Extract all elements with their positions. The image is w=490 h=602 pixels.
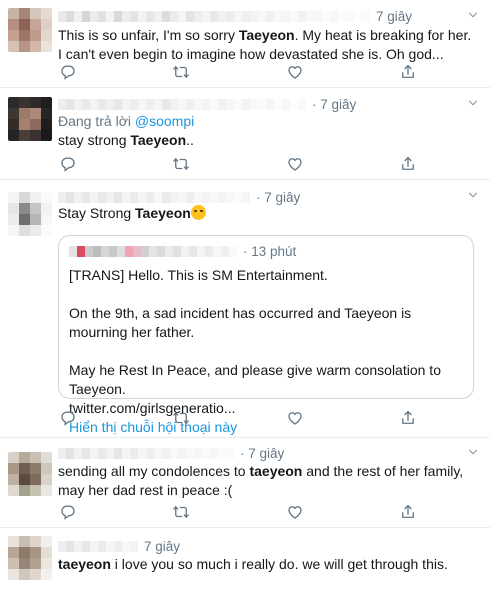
chevron-down-icon[interactable] xyxy=(466,8,480,22)
highlighted-keyword: Taeyeon xyxy=(130,132,187,148)
quote-line: On the 9th, a sad incident has occurred … xyxy=(69,305,412,340)
tweet-text: taeyeon i love you so much i really do. … xyxy=(58,555,476,574)
avatar[interactable] xyxy=(8,536,52,580)
retweet-icon[interactable] xyxy=(171,502,191,522)
text-segment: sending all my condolences to xyxy=(58,463,250,479)
quote-line: [TRANS] Hello. This is SM Entertainment. xyxy=(69,267,328,283)
avatar[interactable] xyxy=(8,192,52,236)
replying-to: Đang trả lời @soompi xyxy=(58,112,476,131)
tweet-timestamp[interactable]: · 7 giây xyxy=(312,97,356,112)
tweet[interactable]: · 7 giây Đang trả lời @soompi stay stron… xyxy=(0,88,490,180)
tweet-timestamp[interactable]: · 7 giây xyxy=(240,446,284,461)
tweet-header: · 7 giây xyxy=(58,444,284,462)
like-icon[interactable] xyxy=(285,408,305,428)
tweet-header: 7 giây xyxy=(58,537,180,555)
blurred-username[interactable] xyxy=(58,540,138,552)
tweet[interactable]: 7 giây taeyeon i love you so much i real… xyxy=(0,528,490,602)
tweet[interactable]: 7 giây This is so unfair, I'm so sorry T… xyxy=(0,0,490,88)
blurred-username[interactable] xyxy=(58,447,234,459)
tweet-actions xyxy=(58,502,418,522)
reply-icon[interactable] xyxy=(58,154,78,174)
reply-handle-link[interactable]: @soompi xyxy=(135,113,194,129)
blurred-username[interactable] xyxy=(58,191,250,203)
text-segment: .. xyxy=(186,132,194,148)
like-icon[interactable] xyxy=(285,62,305,82)
chevron-down-icon[interactable] xyxy=(466,445,480,459)
reply-icon[interactable] xyxy=(58,502,78,522)
avatar[interactable] xyxy=(8,97,52,141)
retweet-icon[interactable] xyxy=(171,154,191,174)
tweet-text: stay strong Taeyeon.. xyxy=(58,131,476,150)
tweet-actions xyxy=(58,408,418,428)
tweet-actions xyxy=(58,154,418,174)
quoted-tweet-header: · 13 phút xyxy=(69,244,296,259)
tweet-header: 7 giây xyxy=(58,7,412,25)
like-icon[interactable] xyxy=(285,154,305,174)
highlighted-keyword: Taeyeon xyxy=(135,205,191,221)
retweet-icon[interactable] xyxy=(171,408,191,428)
tweet-text: This is so unfair, I'm so sorry Taeyeon.… xyxy=(58,26,476,64)
share-icon[interactable] xyxy=(398,408,418,428)
text-segment: i love you so much i really do. we will … xyxy=(110,556,448,572)
share-icon[interactable] xyxy=(398,62,418,82)
highlighted-keyword: taeyeon xyxy=(58,556,111,572)
crying-face-emoji xyxy=(190,205,206,220)
tweet-timestamp[interactable]: 7 giây xyxy=(144,539,180,554)
chevron-down-icon[interactable] xyxy=(466,96,480,110)
tweet-timestamp[interactable]: · 7 giây xyxy=(256,190,300,205)
tweet[interactable]: · 7 giây Stay Strong Taeyeon · 13 phút [… xyxy=(0,180,490,438)
quoted-tweet-timestamp[interactable]: · 13 phút xyxy=(243,244,296,259)
text-segment: This is so unfair, I'm so sorry xyxy=(58,27,239,43)
like-icon[interactable] xyxy=(285,502,305,522)
retweet-icon[interactable] xyxy=(171,62,191,82)
text-segment: Stay Strong xyxy=(58,205,136,221)
highlighted-keyword: Taeyeon xyxy=(238,27,295,43)
share-icon[interactable] xyxy=(398,502,418,522)
tweet-timestamp[interactable]: 7 giây xyxy=(376,9,412,24)
quote-line: May he Rest In Peace, and please give wa… xyxy=(69,362,441,397)
avatar[interactable] xyxy=(8,452,52,496)
blurred-username[interactable] xyxy=(69,246,237,257)
blurred-username[interactable] xyxy=(58,98,306,110)
tweet-text: sending all my condolences to taeyeon an… xyxy=(58,462,476,500)
text-segment: stay strong xyxy=(58,132,131,148)
highlighted-keyword: taeyeon xyxy=(249,463,303,479)
tweet-actions xyxy=(58,62,418,82)
reply-icon[interactable] xyxy=(58,62,78,82)
avatar[interactable] xyxy=(8,8,52,52)
quoted-tweet[interactable]: · 13 phút [TRANS] Hello. This is SM Ente… xyxy=(58,235,474,435)
share-icon[interactable] xyxy=(398,154,418,174)
tweet[interactable]: · 7 giây sending all my condolences to t… xyxy=(0,438,490,528)
tweet-text: Stay Strong Taeyeon xyxy=(58,204,476,223)
replying-to-label: Đang trả lời xyxy=(58,113,135,129)
reply-icon[interactable] xyxy=(58,408,78,428)
chevron-down-icon[interactable] xyxy=(466,188,480,202)
tweet-header: · 7 giây xyxy=(58,95,356,113)
blurred-username[interactable] xyxy=(58,10,370,22)
